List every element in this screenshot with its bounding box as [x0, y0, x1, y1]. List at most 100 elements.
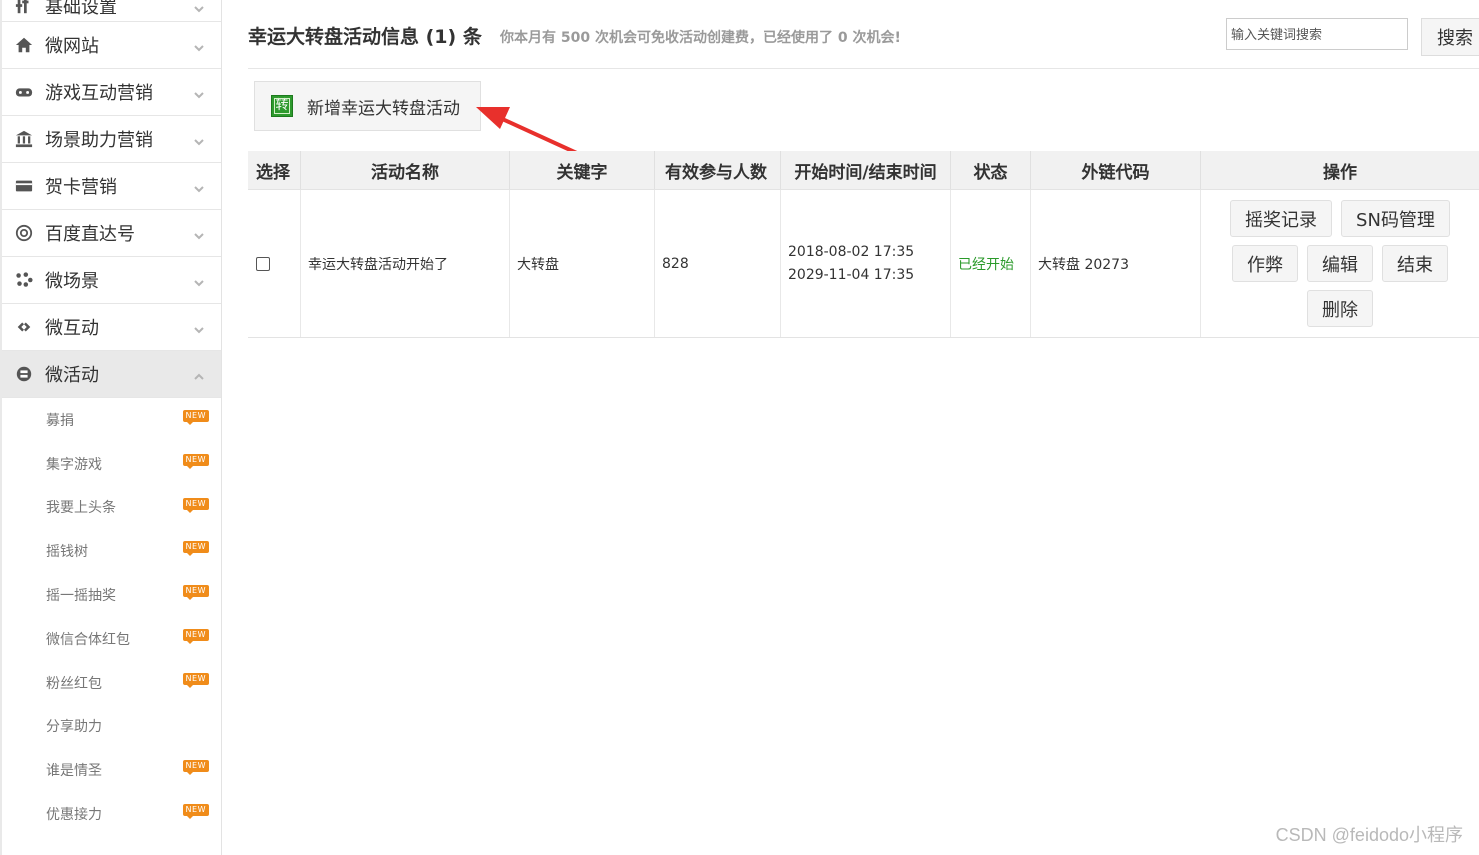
home-icon [14, 35, 34, 55]
new-badge: NEW [182, 628, 209, 644]
sub-item-who-is-romantic[interactable]: 谁是情圣 NEW [2, 748, 221, 792]
new-badge: NEW [182, 804, 209, 820]
menu-game-marketing[interactable]: 游戏互动营销 [2, 69, 221, 116]
menu-label: 微网站 [45, 36, 99, 57]
link-icon [14, 317, 34, 337]
sub-item-label: 摇一摇抽奖 [46, 588, 116, 605]
menu-basic-settings[interactable]: 基础设置 [2, 0, 221, 22]
menu-micro-scene[interactable]: 微场景 [2, 257, 221, 304]
lottery-records-button[interactable]: 摇奖记录 [1230, 200, 1333, 237]
chevron-down-icon [193, 274, 205, 287]
time-cell: 2018-08-02 17:35 2029-11-04 17:35 [781, 190, 951, 337]
search-button[interactable]: 搜索 [1421, 18, 1479, 56]
menu-label: 百度直达号 [45, 224, 135, 245]
arrow-head [476, 107, 510, 129]
chevron-down-icon [193, 227, 205, 240]
col-time: 开始时间/结束时间 [781, 151, 951, 189]
new-badge: NEW [182, 410, 209, 425]
menu-label: 场景助力营销 [45, 130, 153, 151]
menu-micro-activity[interactable]: 微活动 [2, 351, 221, 398]
actions-cell: 摇奖记录 SN码管理 作弊 编辑 结束 删除 [1201, 190, 1479, 337]
end-time: 2029-11-04 17:35 [788, 266, 915, 283]
col-participants: 有效参与人数 [655, 151, 781, 189]
sub-item-label: 摇钱树 [46, 544, 88, 561]
submenu-micro-activity: 募捐 NEW 集字游戏 NEW 我要上头条 NEW 摇钱树 NEW 摇一摇抽奖 … [2, 398, 221, 836]
link-code: 大转盘 20273 [1031, 190, 1201, 337]
sub-item-shake-lottery[interactable]: 摇一摇抽奖 NEW [2, 573, 221, 617]
at-icon [14, 223, 34, 243]
add-button-label: 新增幸运大转盘活动 [307, 98, 460, 119]
new-badge: NEW [182, 497, 209, 513]
menu-label: 贺卡营销 [45, 177, 117, 198]
menu-label: 游戏互动营销 [45, 83, 153, 104]
table-row: 幸运大转盘活动开始了 大转盘 828 2018-08-02 17:35 2029… [248, 190, 1479, 338]
bank-icon [14, 129, 34, 149]
quota-note: 你本月有 500 次机会可免收活动创建费，已经使用了 0 次机会! [500, 30, 901, 46]
action-buttons: 摇奖记录 SN码管理 作弊 编辑 结束 删除 [1201, 200, 1479, 327]
sub-item-coupon-relay[interactable]: 优惠接力 NEW [2, 792, 221, 836]
action-row: 作弊 编辑 结束 [1232, 245, 1448, 282]
action-row: 删除 [1307, 290, 1373, 327]
menu-greeting-card[interactable]: 贺卡营销 [2, 163, 221, 210]
participant-count: 828 [655, 190, 781, 337]
sub-item-label: 优惠接力 [46, 807, 102, 824]
menu-micro-interaction[interactable]: 微互动 [2, 304, 221, 351]
delete-button[interactable]: 删除 [1307, 290, 1373, 327]
chevron-down-icon [193, 86, 205, 99]
sub-item-label: 募捐 [46, 412, 74, 429]
end-button[interactable]: 结束 [1382, 245, 1448, 282]
row-checkbox[interactable] [256, 256, 270, 271]
main-content: 幸运大转盘活动信息 (1) 条 你本月有 500 次机会可免收活动创建费，已经使… [223, 0, 1479, 855]
sub-item-combined-red-packet[interactable]: 微信合体红包 NEW [2, 617, 221, 661]
chevron-down-icon [193, 321, 205, 334]
page-header: 幸运大转盘活动信息 (1) 条 你本月有 500 次机会可免收活动创建费，已经使… [248, 0, 1479, 69]
app-window: 基础设置 微网站 游戏互动营销 场景助力营销 贺卡营销 百度直达号 微场景 微互… [0, 0, 1479, 855]
col-status: 状态 [951, 151, 1031, 189]
menu-baidu-direct[interactable]: 百度直达号 [2, 210, 221, 257]
card-icon [14, 176, 34, 196]
search-input[interactable] [1226, 18, 1408, 50]
menu-micro-site[interactable]: 微网站 [2, 22, 221, 69]
sub-item-share-boost[interactable]: 分享助力 [2, 705, 221, 749]
cheat-button[interactable]: 作弊 [1232, 245, 1298, 282]
col-actions: 操作 [1323, 162, 1357, 183]
gamepad-icon [14, 82, 34, 102]
new-badge: NEW [182, 541, 209, 557]
chevron-down-icon [193, 180, 205, 193]
table-header: 选择 活动名称 关键字 有效参与人数 开始时间/结束时间 状态 外链代码 操作 [248, 151, 1479, 190]
settings-icon [14, 0, 34, 16]
status-text: 已经开始 [958, 256, 1014, 273]
new-badge: NEW [182, 585, 209, 601]
sub-item-headline[interactable]: 我要上头条 NEW [2, 486, 221, 530]
sub-item-label: 我要上头条 [46, 500, 116, 517]
activity-icon [14, 364, 34, 384]
new-badge: NEW [182, 453, 209, 469]
sub-item-label: 微信合体红包 [46, 631, 130, 648]
col-keyword: 关键字 [510, 151, 655, 189]
menu-label: 微活动 [45, 365, 99, 386]
chevron-up-icon [193, 368, 205, 380]
menu-scene-boost[interactable]: 场景助力营销 [2, 116, 221, 163]
col-select: 选择 [248, 151, 301, 189]
add-wheel-activity-button[interactable]: 转 新增幸运大转盘活动 [254, 81, 481, 131]
sub-item-donation[interactable]: 募捐 NEW [2, 398, 221, 442]
sub-item-label: 集字游戏 [46, 456, 102, 473]
activity-keyword: 大转盘 [510, 190, 655, 337]
new-badge: NEW [182, 760, 209, 776]
col-link-code: 外链代码 [1031, 151, 1201, 189]
watermark: CSDN @feidodo小程序 [1275, 825, 1463, 845]
action-row: 摇奖记录 SN码管理 [1230, 200, 1450, 237]
start-time: 2018-08-02 17:35 [788, 243, 915, 260]
sub-item-money-tree[interactable]: 摇钱树 NEW [2, 529, 221, 573]
new-badge: NEW [182, 672, 209, 688]
chevron-down-icon [193, 39, 205, 52]
edit-button[interactable]: 编辑 [1307, 245, 1373, 282]
sub-item-label: 谁是情圣 [46, 763, 102, 780]
chevron-down-icon [193, 133, 205, 146]
sn-code-button[interactable]: SN码管理 [1341, 200, 1450, 237]
chevron-down-icon [193, 0, 205, 12]
select-cell [248, 190, 301, 337]
sub-item-fans-red-packet[interactable]: 粉丝红包 NEW [2, 661, 221, 705]
activity-table: 选择 活动名称 关键字 有效参与人数 开始时间/结束时间 状态 外链代码 操作 … [248, 151, 1479, 338]
sub-item-word-game[interactable]: 集字游戏 NEW [2, 442, 221, 486]
